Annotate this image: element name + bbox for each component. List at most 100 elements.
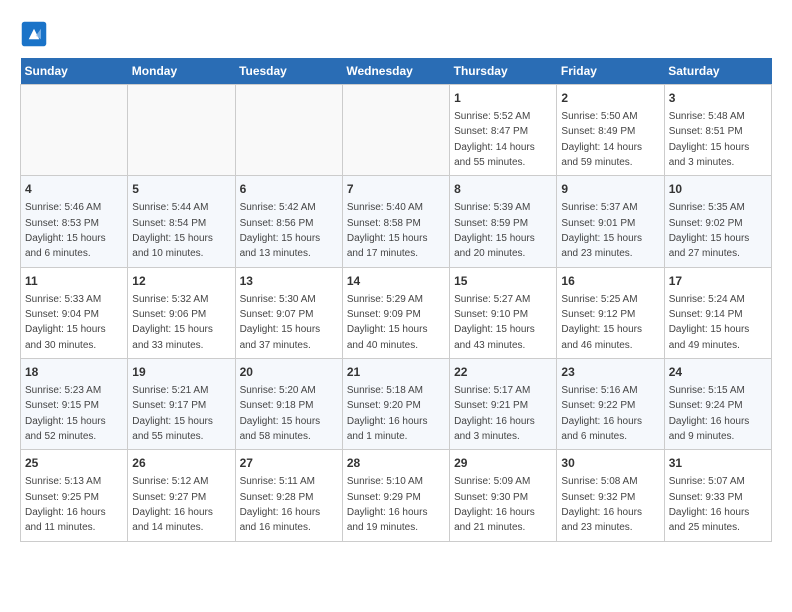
day-of-week-header: Sunday bbox=[21, 58, 128, 85]
calendar-week-row: 18 Sunrise: 5:23 AM Sunset: 9:15 PM Dayli… bbox=[21, 359, 772, 450]
day-info: Sunrise: 5:40 AM Sunset: 8:58 PM Dayligh… bbox=[347, 202, 428, 259]
day-info: Sunrise: 5:23 AM Sunset: 9:15 PM Dayligh… bbox=[25, 385, 106, 442]
day-number: 4 bbox=[25, 181, 123, 198]
day-info: Sunrise: 5:15 AM Sunset: 9:24 PM Dayligh… bbox=[669, 385, 750, 442]
day-number: 3 bbox=[669, 90, 767, 107]
calendar-day-cell: 19 Sunrise: 5:21 AM Sunset: 9:17 PM Dayli… bbox=[128, 359, 235, 450]
calendar-body: 1 Sunrise: 5:52 AM Sunset: 8:47 PM Daylig… bbox=[21, 85, 772, 542]
day-number: 12 bbox=[132, 273, 230, 290]
day-number: 2 bbox=[561, 90, 659, 107]
day-number: 27 bbox=[240, 455, 338, 472]
calendar-day-cell: 22 Sunrise: 5:17 AM Sunset: 9:21 PM Dayli… bbox=[450, 359, 557, 450]
day-info: Sunrise: 5:21 AM Sunset: 9:17 PM Dayligh… bbox=[132, 385, 213, 442]
day-info: Sunrise: 5:39 AM Sunset: 8:59 PM Dayligh… bbox=[454, 202, 535, 259]
day-info: Sunrise: 5:20 AM Sunset: 9:18 PM Dayligh… bbox=[240, 385, 321, 442]
day-of-week-header: Wednesday bbox=[342, 58, 449, 85]
calendar-day-cell: 30 Sunrise: 5:08 AM Sunset: 9:32 PM Dayli… bbox=[557, 450, 664, 541]
day-number: 16 bbox=[561, 273, 659, 290]
calendar-week-row: 25 Sunrise: 5:13 AM Sunset: 9:25 PM Dayli… bbox=[21, 450, 772, 541]
day-number: 31 bbox=[669, 455, 767, 472]
calendar-day-cell: 20 Sunrise: 5:20 AM Sunset: 9:18 PM Dayli… bbox=[235, 359, 342, 450]
day-info: Sunrise: 5:18 AM Sunset: 9:20 PM Dayligh… bbox=[347, 385, 428, 442]
day-number: 28 bbox=[347, 455, 445, 472]
day-info: Sunrise: 5:12 AM Sunset: 9:27 PM Dayligh… bbox=[132, 476, 213, 533]
calendar-table: SundayMondayTuesdayWednesdayThursdayFrid… bbox=[20, 58, 772, 542]
day-of-week-header: Monday bbox=[128, 58, 235, 85]
day-info: Sunrise: 5:30 AM Sunset: 9:07 PM Dayligh… bbox=[240, 294, 321, 351]
day-info: Sunrise: 5:50 AM Sunset: 8:49 PM Dayligh… bbox=[561, 111, 642, 168]
day-number: 15 bbox=[454, 273, 552, 290]
calendar-day-cell: 26 Sunrise: 5:12 AM Sunset: 9:27 PM Dayli… bbox=[128, 450, 235, 541]
day-info: Sunrise: 5:35 AM Sunset: 9:02 PM Dayligh… bbox=[669, 202, 750, 259]
calendar-day-cell: 31Sunrise: 5:07 AM Sunset: 9:33 PM Dayli… bbox=[664, 450, 771, 541]
day-number: 17 bbox=[669, 273, 767, 290]
day-number: 5 bbox=[132, 181, 230, 198]
day-number: 24 bbox=[669, 364, 767, 381]
day-info: Sunrise: 5:08 AM Sunset: 9:32 PM Dayligh… bbox=[561, 476, 642, 533]
calendar-day-cell: 15 Sunrise: 5:27 AM Sunset: 9:10 PM Dayli… bbox=[450, 267, 557, 358]
day-info: Sunrise: 5:24 AM Sunset: 9:14 PM Dayligh… bbox=[669, 294, 750, 351]
calendar-day-cell bbox=[342, 85, 449, 176]
day-number: 25 bbox=[25, 455, 123, 472]
calendar-day-cell bbox=[21, 85, 128, 176]
day-info: Sunrise: 5:25 AM Sunset: 9:12 PM Dayligh… bbox=[561, 294, 642, 351]
day-number: 19 bbox=[132, 364, 230, 381]
calendar-day-cell: 4 Sunrise: 5:46 AM Sunset: 8:53 PM Daylig… bbox=[21, 176, 128, 267]
day-number: 20 bbox=[240, 364, 338, 381]
calendar-week-row: 1 Sunrise: 5:52 AM Sunset: 8:47 PM Daylig… bbox=[21, 85, 772, 176]
day-number: 7 bbox=[347, 181, 445, 198]
calendar-day-cell: 18 Sunrise: 5:23 AM Sunset: 9:15 PM Dayli… bbox=[21, 359, 128, 450]
day-info: Sunrise: 5:27 AM Sunset: 9:10 PM Dayligh… bbox=[454, 294, 535, 351]
day-number: 13 bbox=[240, 273, 338, 290]
calendar-day-cell: 1 Sunrise: 5:52 AM Sunset: 8:47 PM Daylig… bbox=[450, 85, 557, 176]
calendar-day-cell bbox=[235, 85, 342, 176]
day-number: 18 bbox=[25, 364, 123, 381]
day-number: 26 bbox=[132, 455, 230, 472]
day-number: 21 bbox=[347, 364, 445, 381]
day-number: 14 bbox=[347, 273, 445, 290]
day-number: 29 bbox=[454, 455, 552, 472]
calendar-day-cell: 13 Sunrise: 5:30 AM Sunset: 9:07 PM Dayli… bbox=[235, 267, 342, 358]
day-info: Sunrise: 5:33 AM Sunset: 9:04 PM Dayligh… bbox=[25, 294, 106, 351]
day-info: Sunrise: 5:42 AM Sunset: 8:56 PM Dayligh… bbox=[240, 202, 321, 259]
logo bbox=[20, 20, 52, 48]
day-info: Sunrise: 5:29 AM Sunset: 9:09 PM Dayligh… bbox=[347, 294, 428, 351]
calendar-day-cell: 21 Sunrise: 5:18 AM Sunset: 9:20 PM Dayli… bbox=[342, 359, 449, 450]
calendar-day-cell: 7 Sunrise: 5:40 AM Sunset: 8:58 PM Daylig… bbox=[342, 176, 449, 267]
calendar-day-cell: 27 Sunrise: 5:11 AM Sunset: 9:28 PM Dayli… bbox=[235, 450, 342, 541]
calendar-day-cell: 2 Sunrise: 5:50 AM Sunset: 8:49 PM Daylig… bbox=[557, 85, 664, 176]
calendar-day-cell: 12 Sunrise: 5:32 AM Sunset: 9:06 PM Dayli… bbox=[128, 267, 235, 358]
day-info: Sunrise: 5:11 AM Sunset: 9:28 PM Dayligh… bbox=[240, 476, 321, 533]
day-number: 9 bbox=[561, 181, 659, 198]
day-info: Sunrise: 5:32 AM Sunset: 9:06 PM Dayligh… bbox=[132, 294, 213, 351]
day-of-week-header: Saturday bbox=[664, 58, 771, 85]
day-info: Sunrise: 5:13 AM Sunset: 9:25 PM Dayligh… bbox=[25, 476, 106, 533]
calendar-day-cell: 3Sunrise: 5:48 AM Sunset: 8:51 PM Daylig… bbox=[664, 85, 771, 176]
calendar-day-cell: 6Sunrise: 5:42 AM Sunset: 8:56 PM Daylig… bbox=[235, 176, 342, 267]
day-info: Sunrise: 5:52 AM Sunset: 8:47 PM Dayligh… bbox=[454, 111, 535, 168]
day-info: Sunrise: 5:16 AM Sunset: 9:22 PM Dayligh… bbox=[561, 385, 642, 442]
day-number: 22 bbox=[454, 364, 552, 381]
page-header bbox=[20, 20, 772, 48]
calendar-week-row: 11 Sunrise: 5:33 AM Sunset: 9:04 PM Dayli… bbox=[21, 267, 772, 358]
day-info: Sunrise: 5:09 AM Sunset: 9:30 PM Dayligh… bbox=[454, 476, 535, 533]
day-info: Sunrise: 5:17 AM Sunset: 9:21 PM Dayligh… bbox=[454, 385, 535, 442]
day-info: Sunrise: 5:46 AM Sunset: 8:53 PM Dayligh… bbox=[25, 202, 106, 259]
day-number: 10 bbox=[669, 181, 767, 198]
day-number: 8 bbox=[454, 181, 552, 198]
calendar-day-cell: 11 Sunrise: 5:33 AM Sunset: 9:04 PM Dayli… bbox=[21, 267, 128, 358]
day-number: 23 bbox=[561, 364, 659, 381]
day-number: 1 bbox=[454, 90, 552, 107]
calendar-week-row: 4 Sunrise: 5:46 AM Sunset: 8:53 PM Daylig… bbox=[21, 176, 772, 267]
day-info: Sunrise: 5:37 AM Sunset: 9:01 PM Dayligh… bbox=[561, 202, 642, 259]
day-number: 30 bbox=[561, 455, 659, 472]
calendar-day-cell: 28 Sunrise: 5:10 AM Sunset: 9:29 PM Dayli… bbox=[342, 450, 449, 541]
day-number: 11 bbox=[25, 273, 123, 290]
calendar-day-cell: 9 Sunrise: 5:37 AM Sunset: 9:01 PM Daylig… bbox=[557, 176, 664, 267]
calendar-day-cell: 16 Sunrise: 5:25 AM Sunset: 9:12 PM Dayli… bbox=[557, 267, 664, 358]
calendar-day-cell: 8 Sunrise: 5:39 AM Sunset: 8:59 PM Daylig… bbox=[450, 176, 557, 267]
day-info: Sunrise: 5:10 AM Sunset: 9:29 PM Dayligh… bbox=[347, 476, 428, 533]
logo-icon bbox=[20, 20, 48, 48]
calendar-day-cell bbox=[128, 85, 235, 176]
calendar-day-cell: 24 Sunrise: 5:15 AM Sunset: 9:24 PM Dayli… bbox=[664, 359, 771, 450]
